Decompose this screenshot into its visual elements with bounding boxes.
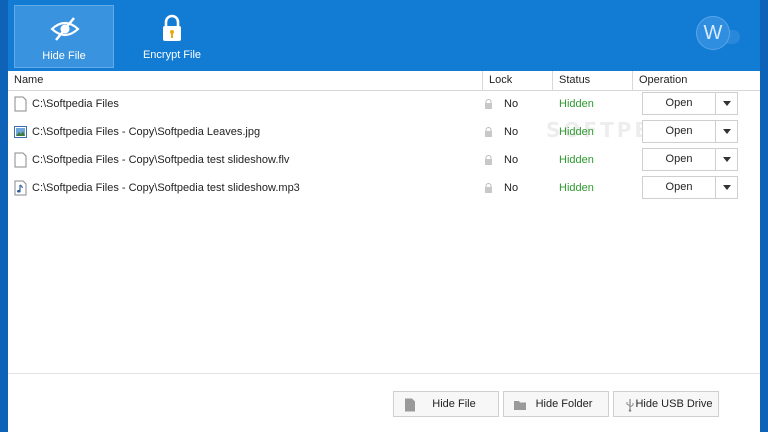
tab-encrypt-file[interactable]: Encrypt File <box>122 5 222 68</box>
lock-key-icon <box>163 14 181 41</box>
image-file-icon <box>14 126 27 138</box>
lock-value: No <box>504 154 519 166</box>
status-value: Hidden <box>559 154 594 166</box>
video-file-icon <box>14 152 27 168</box>
table-row[interactable]: C:\Softpedia Files - Copy\Softpedia Leav… <box>8 118 760 146</box>
lock-icon <box>485 99 492 109</box>
open-button-label: Open <box>665 153 693 165</box>
file-path: C:\Softpedia Files - Copy\Softpedia Leav… <box>32 126 261 138</box>
lock-value: No <box>504 182 519 194</box>
tab-hide-file-label: Hide File <box>42 50 86 62</box>
table-row[interactable]: C:\Softpedia Files - Copy\Softpedia test… <box>8 174 760 202</box>
toolbar: Hide File Encrypt File W <box>8 0 760 71</box>
main-panel: Name Lock Status Operation SOFTPEDIA C:\… <box>8 71 760 432</box>
avatar[interactable]: W <box>696 16 730 50</box>
status-value: Hidden <box>559 98 594 110</box>
lock-value: No <box>504 126 519 138</box>
lock-icon <box>485 183 492 193</box>
open-button-label: Open <box>665 181 693 193</box>
hide-file-button-label: Hide File <box>432 398 476 410</box>
column-header-name[interactable]: Name <box>8 71 482 90</box>
lock-icon <box>485 155 492 165</box>
open-button-label: Open <box>665 97 693 109</box>
folder-file-icon <box>14 96 27 112</box>
open-button[interactable]: Open <box>642 148 738 171</box>
hide-usb-drive-button[interactable]: Hide USB Drive <box>613 391 719 417</box>
table-header: Name Lock Status Operation <box>8 71 760 91</box>
audio-file-icon <box>14 180 27 196</box>
hide-folder-button[interactable]: Hide Folder <box>503 391 609 417</box>
column-header-lock[interactable]: Lock <box>482 71 552 90</box>
lock-icon <box>485 127 492 137</box>
eye-slash-icon <box>50 17 80 41</box>
table-row[interactable]: C:\Softpedia Files - Copy\Softpedia test… <box>8 146 760 174</box>
open-button[interactable]: Open <box>642 120 738 143</box>
file-path: C:\Softpedia Files <box>32 98 119 110</box>
lock-value: No <box>504 98 519 110</box>
chevron-down-icon <box>723 101 731 106</box>
hide-usb-drive-button-label: Hide USB Drive <box>635 398 713 410</box>
open-button[interactable]: Open <box>642 176 738 199</box>
hide-file-button[interactable]: Hide File <box>393 391 499 417</box>
file-path: C:\Softpedia Files - Copy\Softpedia test… <box>32 154 290 166</box>
open-button[interactable]: Open <box>642 92 738 115</box>
status-value: Hidden <box>559 126 594 138</box>
column-header-operation[interactable]: Operation <box>632 71 760 90</box>
hide-folder-button-label: Hide Folder <box>535 398 593 410</box>
tab-hide-file[interactable]: Hide File <box>14 5 114 68</box>
chevron-down-icon <box>723 129 731 134</box>
operation-dropdown[interactable] <box>715 121 738 142</box>
table-row[interactable]: C:\Softpedia Files No Hidden Open <box>8 90 760 118</box>
chevron-down-icon <box>723 157 731 162</box>
chevron-down-icon <box>723 185 731 190</box>
operation-dropdown[interactable] <box>715 93 738 114</box>
operation-dropdown[interactable] <box>715 149 738 170</box>
open-button-label: Open <box>665 125 693 137</box>
column-header-status[interactable]: Status <box>552 71 632 90</box>
status-value: Hidden <box>559 182 594 194</box>
file-path: C:\Softpedia Files - Copy\Softpedia test… <box>32 182 300 194</box>
footer-divider <box>8 373 760 374</box>
tab-encrypt-file-label: Encrypt File <box>142 49 202 61</box>
operation-dropdown[interactable] <box>715 177 738 198</box>
